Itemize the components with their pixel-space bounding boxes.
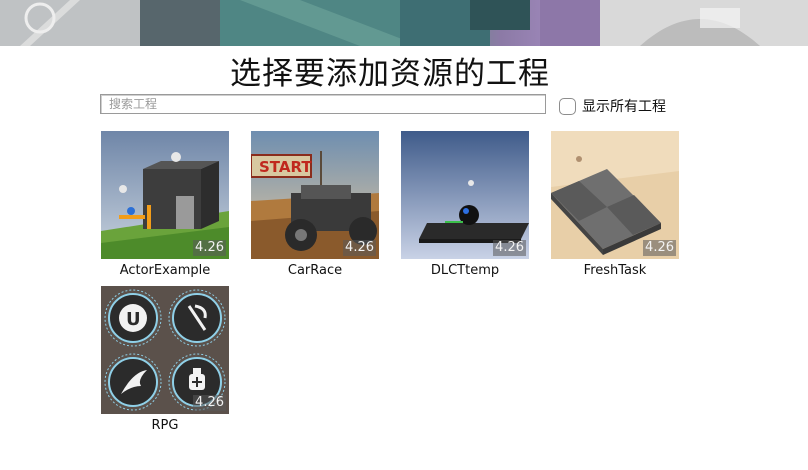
project-tile-dlcttemp[interactable]: 4.26 DLCTtemp bbox=[401, 131, 529, 278]
engine-version-badge: 4.26 bbox=[193, 240, 226, 256]
svg-text:U: U bbox=[126, 309, 141, 330]
show-all-projects-toggle[interactable]: 显示所有工程 bbox=[559, 95, 666, 117]
project-thumbnail: START 4.26 bbox=[251, 131, 379, 259]
start-sign-text: START bbox=[259, 158, 312, 176]
project-name: ActorExample bbox=[119, 263, 211, 278]
show-all-checkbox[interactable] bbox=[559, 97, 576, 115]
banner-artwork bbox=[0, 0, 808, 46]
page-title: 选择要添加资源的工程 bbox=[230, 56, 550, 92]
header-banner-image bbox=[0, 0, 808, 46]
engine-version-badge: 4.26 bbox=[343, 240, 376, 256]
project-name: RPG bbox=[151, 418, 179, 433]
engine-version-badge: 4.26 bbox=[193, 395, 226, 411]
project-name: FreshTask bbox=[583, 263, 647, 278]
project-thumbnail: 4.26 bbox=[401, 131, 529, 259]
project-thumbnail: 4.26 bbox=[551, 131, 679, 259]
project-tile-actorexample[interactable]: 4.26 ActorExample bbox=[101, 131, 229, 278]
project-thumbnail: 4.26 bbox=[101, 131, 229, 259]
project-tile-rpg[interactable]: U 4.26 RPG bbox=[101, 286, 229, 433]
project-name: DLCTtemp bbox=[430, 263, 500, 278]
search-input[interactable] bbox=[100, 94, 546, 114]
project-name: CarRace bbox=[287, 263, 343, 278]
project-tile-freshtask[interactable]: 4.26 FreshTask bbox=[551, 131, 679, 278]
project-tile-carrace[interactable]: START 4.26 CarRace bbox=[251, 131, 379, 278]
show-all-label: 显示所有工程 bbox=[582, 99, 666, 115]
engine-version-badge: 4.26 bbox=[643, 240, 676, 256]
project-thumbnail: U 4.26 bbox=[101, 286, 229, 414]
engine-version-badge: 4.26 bbox=[493, 240, 526, 256]
